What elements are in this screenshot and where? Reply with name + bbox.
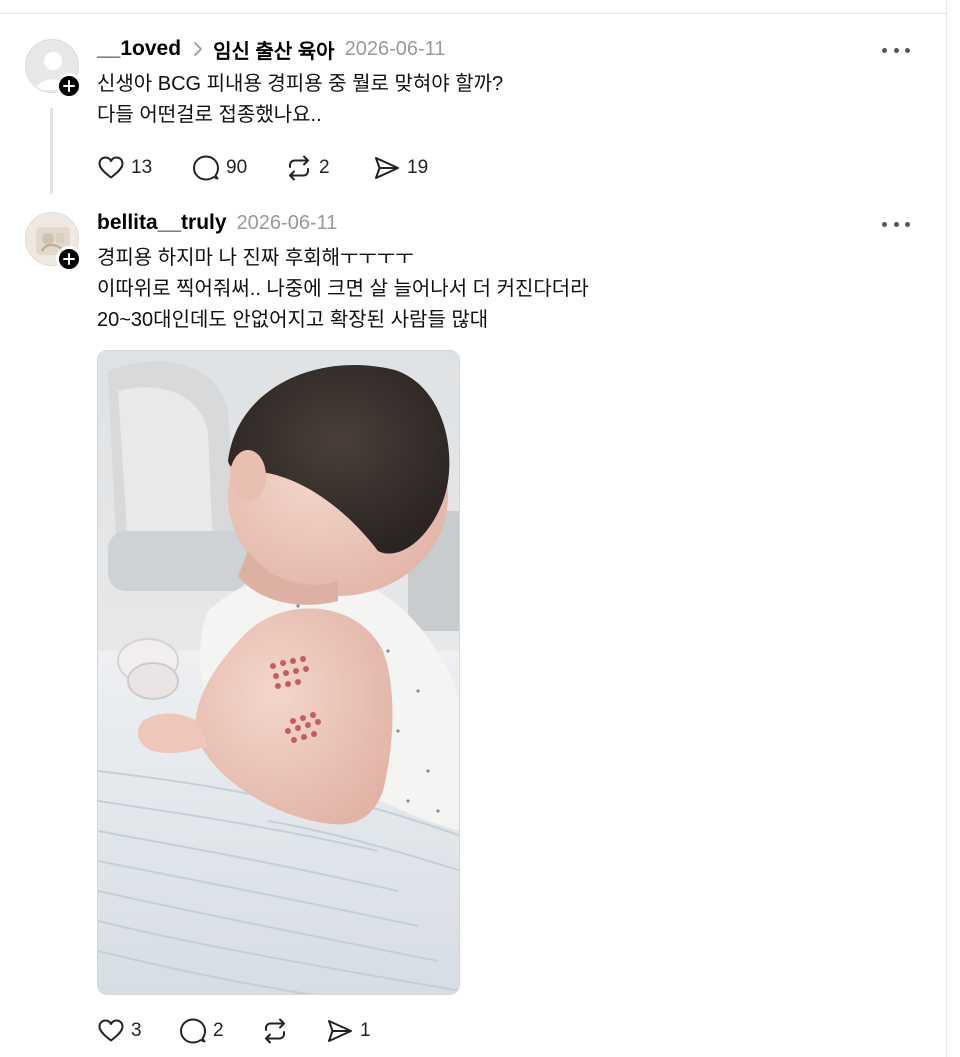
like-count: 3 [131, 1020, 142, 1041]
more-dot [905, 47, 910, 53]
more-horizontal-icon [882, 221, 887, 227]
thread-post: __1oved 임신 출산 육아 2026-06-11 신생아 BCG 피내용 … [0, 14, 946, 200]
post-text: 경피용 하지마 나 진짜 후회해ㅜㅜㅜㅜ 이따위로 찍어줘써.. 나중에 크면 … [97, 243, 589, 336]
reply-count: 90 [226, 157, 248, 178]
post-line: 경피용 하지마 나 진짜 후회해ㅜㅜㅜㅜ [97, 247, 414, 269]
post-header: bellita__truly 2026-06-11 [97, 210, 337, 236]
send-icon [375, 157, 399, 179]
repost-count: 2 [319, 157, 330, 178]
share-button[interactable]: 19 [373, 154, 428, 182]
more-options-button[interactable] [882, 214, 910, 234]
action-bar: 13 90 2 19 [97, 153, 428, 183]
heart-icon [98, 156, 124, 179]
avatar-container[interactable] [25, 212, 82, 272]
heart-icon [98, 1019, 124, 1042]
action-bar: 3 2 1 [97, 1016, 371, 1046]
reply-count: 2 [213, 1020, 224, 1041]
post-image[interactable] [97, 350, 460, 995]
avatar-container[interactable] [25, 39, 82, 99]
repost-button[interactable]: 2 [285, 154, 373, 182]
follow-button[interactable] [56, 246, 82, 272]
username[interactable]: bellita__truly [97, 211, 227, 235]
like-button[interactable]: 3 [97, 1017, 179, 1045]
repost-icon [289, 155, 309, 181]
more-dot [893, 47, 899, 53]
post-line: 20~30대인데도 안없어지고 확장된 사람들 많대 [97, 309, 489, 331]
post-line: 다들 어떤걸로 접종했나요.. [97, 104, 322, 126]
plus-icon [63, 80, 75, 92]
post-line: 이따위로 찍어줘써.. 나중에 크면 살 늘어나서 더 커진다더라 [97, 278, 589, 300]
comment-icon [193, 155, 219, 181]
repost-button[interactable] [261, 1017, 326, 1045]
reply-button[interactable]: 2 [179, 1017, 261, 1045]
post-date[interactable]: 2026-06-11 [237, 212, 338, 235]
comment-icon [180, 1018, 206, 1044]
right-divider [946, 0, 947, 1057]
reply-button[interactable]: 90 [192, 154, 285, 182]
baby-arm-photo [98, 351, 459, 994]
repost-icon [265, 1018, 285, 1044]
post-header: __1oved 임신 출산 육아 2026-06-11 [97, 35, 446, 64]
more-horizontal-icon [882, 47, 887, 53]
topic-tag[interactable]: 임신 출산 육아 [213, 35, 335, 64]
thread-connector-line [50, 108, 53, 194]
follow-button[interactable] [56, 73, 82, 99]
like-count: 13 [131, 157, 153, 178]
post-text: 신생아 BCG 피내용 경피용 중 뭘로 맞혀야 할까? 다들 어떤걸로 접종했… [97, 69, 503, 131]
post-line: 신생아 BCG 피내용 경피용 중 뭘로 맞혀야 할까? [97, 73, 504, 95]
like-button[interactable]: 13 [97, 154, 192, 182]
share-count: 19 [407, 157, 429, 178]
plus-icon [63, 253, 75, 265]
more-dot [905, 221, 910, 227]
share-button[interactable]: 1 [326, 1017, 371, 1045]
send-icon [328, 1020, 352, 1042]
chevron-right-icon [193, 41, 203, 57]
username[interactable]: __1oved [97, 37, 181, 61]
post-date[interactable]: 2026-06-11 [345, 38, 446, 61]
share-count: 1 [360, 1020, 371, 1041]
thread-post: bellita__truly 2026-06-11 경피용 하지마 나 진짜 후… [0, 200, 946, 1057]
more-dot [893, 221, 899, 227]
more-options-button[interactable] [882, 40, 910, 60]
